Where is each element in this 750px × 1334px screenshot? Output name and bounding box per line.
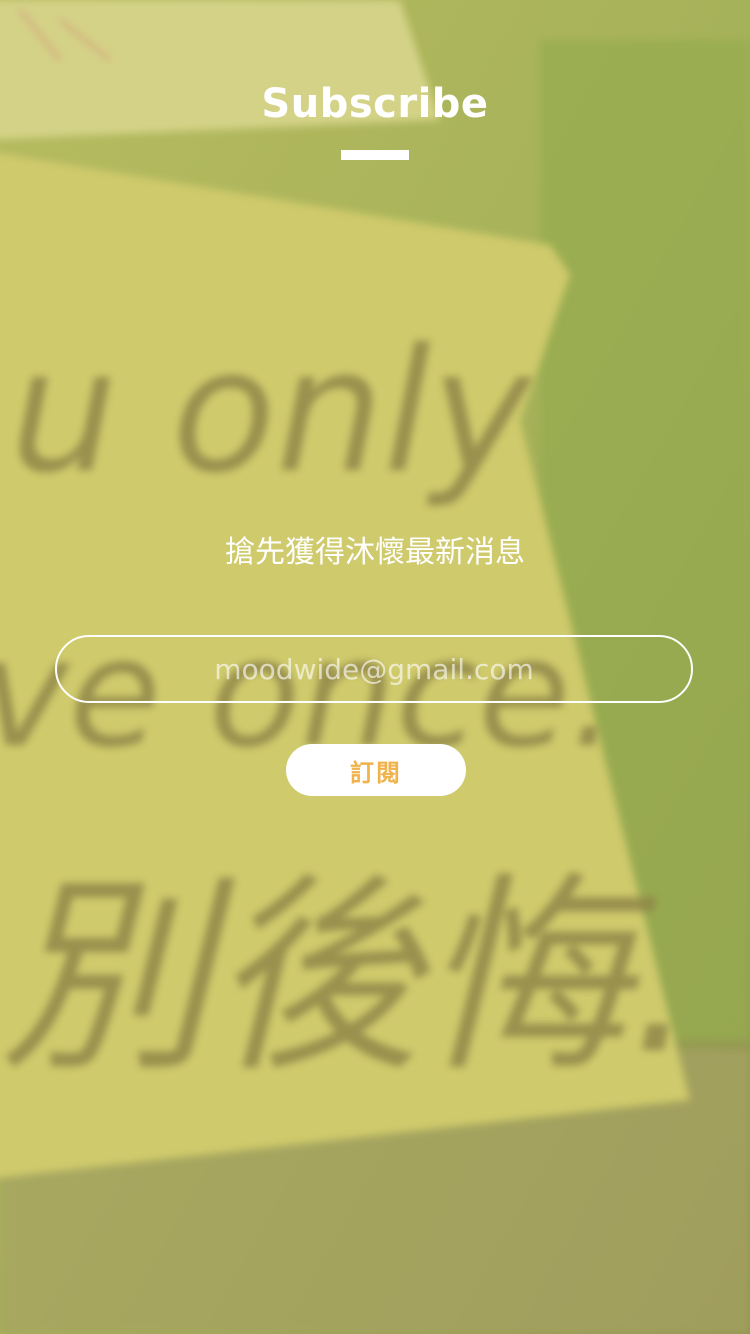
email-field[interactable] <box>55 635 693 703</box>
content-layer: Subscribe 搶先獲得沐懷最新消息 訂閱 <box>0 0 750 1334</box>
page-title: Subscribe <box>261 81 489 127</box>
subtitle-text: 搶先獲得沐懷最新消息 <box>225 535 525 570</box>
subscribe-screen: u only ve once. 別後悔. Subscribe 搶先獲得沐懷最新消… <box>0 0 750 1334</box>
title-underline <box>341 150 409 160</box>
subscribe-button[interactable]: 訂閱 <box>286 744 466 796</box>
